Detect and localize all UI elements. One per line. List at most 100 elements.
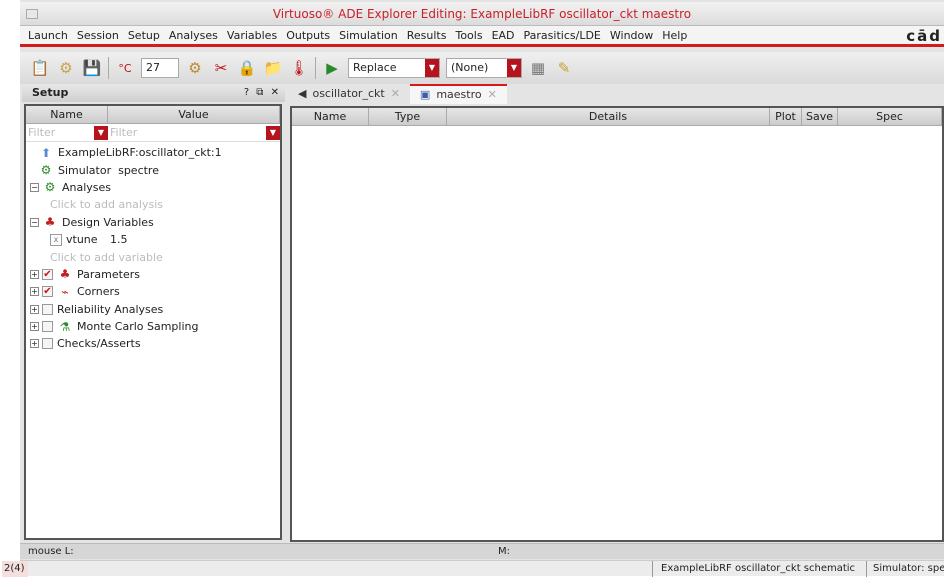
run-icon[interactable]: ▶ <box>322 58 342 78</box>
panel-controls[interactable]: ? ⧉ ✕ <box>244 84 281 102</box>
col-name[interactable]: Name <box>26 106 108 123</box>
outputs-table: Name Type Details Plot Save Spec <box>290 106 944 542</box>
expand-icon[interactable]: + <box>30 287 39 297</box>
menu-window[interactable]: Window <box>610 29 653 42</box>
setup-panel-header: Setup ? ⧉ ✕ <box>22 84 285 102</box>
menu-analyses[interactable]: Analyses <box>169 29 218 42</box>
save-icon[interactable]: 💾 <box>82 58 102 78</box>
close-icon[interactable]: ✕ <box>488 85 497 105</box>
checkbox[interactable] <box>42 321 53 333</box>
tab-oscillator-ckt[interactable]: ◀ oscillator_ckt ✕ <box>288 84 410 104</box>
col-plot[interactable]: Plot <box>770 108 802 125</box>
chevron-down-icon[interactable]: ▼ <box>266 125 280 140</box>
tab-maestro[interactable]: ▣ maestro ✕ <box>409 84 507 105</box>
menu-variables[interactable]: Variables <box>227 29 277 42</box>
col-value[interactable]: Value <box>108 106 280 123</box>
tree-item-reliability[interactable]: + Reliability Analyses <box>30 301 280 318</box>
filter-row: Filter ▼ Filter ▼ <box>26 124 280 142</box>
menu-results[interactable]: Results <box>407 29 447 42</box>
open-icon[interactable]: ⚙ <box>56 58 76 78</box>
expand-icon[interactable]: + <box>30 339 39 349</box>
checkbox-checked[interactable]: ✔ <box>42 268 53 280</box>
tree-item-parameters[interactable]: + ✔ ♣ Parameters <box>30 266 280 283</box>
menu-setup[interactable]: Setup <box>128 29 160 42</box>
setup-icon[interactable]: ⚙ <box>185 58 205 78</box>
menu-launch[interactable]: Launch <box>28 29 68 42</box>
lock-icon[interactable]: 🔒 <box>237 58 257 78</box>
item-label: Click to add analysis <box>50 198 163 212</box>
new-setup-icon[interactable]: 📋 <box>30 58 50 78</box>
item-label: Monte Carlo Sampling <box>77 320 199 334</box>
menu-ead[interactable]: EAD <box>492 29 515 42</box>
window-title: Virtuoso® ADE Explorer Editing: ExampleL… <box>272 7 692 21</box>
menu-outputs[interactable]: Outputs <box>286 29 330 42</box>
col-type[interactable]: Type <box>369 108 447 125</box>
item-label: ExampleLibRF:oscillator_ckt:1 <box>58 146 222 160</box>
tree-item-cellview[interactable]: ⬆ ExampleLibRF:oscillator_ckt:1 <box>30 144 280 161</box>
tab-label: maestro <box>436 88 482 101</box>
menu-help[interactable]: Help <box>662 29 687 42</box>
calculator-icon[interactable]: ▦ <box>528 58 548 78</box>
folder-icon[interactable]: 📁 <box>263 58 283 78</box>
value-filter[interactable]: Filter ▼ <box>108 124 280 141</box>
app-window: Virtuoso® ADE Explorer Editing: ExampleL… <box>2 0 944 577</box>
window-menu-button[interactable] <box>26 9 38 19</box>
setup-tree: Name Value Filter ▼ Filter ▼ ⬆ ExampleLibRF… <box>24 104 282 540</box>
edit-notes-icon[interactable]: ✎ <box>554 58 574 78</box>
collapse-icon[interactable]: − <box>30 217 39 227</box>
monte-carlo-icon: ⚗ <box>59 319 71 334</box>
simulator-status: Simulator: spe <box>866 561 944 577</box>
item-label: Design Variables <box>62 215 154 229</box>
expand-icon[interactable]: + <box>30 322 39 332</box>
filter-placeholder: Filter <box>110 126 138 139</box>
setup-panel-title: Setup <box>32 86 69 99</box>
parameters-icon: ♣ <box>59 267 71 282</box>
item-label: Simulator <box>58 163 112 177</box>
add-variable-item[interactable]: Click to add variable <box>30 248 280 265</box>
name-filter[interactable]: Filter ▼ <box>26 124 108 141</box>
checkbox[interactable] <box>42 303 53 315</box>
tree-item-design-variables[interactable]: − ♣ Design Variables <box>30 214 280 231</box>
cadence-logo: cād <box>906 27 942 45</box>
col-details[interactable]: Details <box>447 108 770 125</box>
checkbox[interactable] <box>42 338 53 350</box>
expand-icon[interactable]: + <box>30 304 39 314</box>
history-select[interactable]: (None) ▼ <box>446 58 522 78</box>
item-value[interactable]: 1.5 <box>110 233 128 246</box>
setup-tree-header: Name Value <box>26 106 280 124</box>
filter-placeholder: Filter <box>28 126 56 139</box>
run-mode-select[interactable]: Replace ▼ <box>348 58 440 78</box>
tree-item-corners[interactable]: + ✔ ⌁ Corners <box>30 283 280 300</box>
item-label: Parameters <box>77 267 140 281</box>
title-bar: Virtuoso® ADE Explorer Editing: ExampleL… <box>20 2 944 26</box>
tree-item-simulator[interactable]: ⚙ Simulator spectre <box>30 161 280 178</box>
col-spec[interactable]: Spec <box>838 108 942 125</box>
checkbox-checked[interactable]: ✔ <box>42 286 53 298</box>
tree-item-monte-carlo[interactable]: + ⚗ Monte Carlo Sampling <box>30 318 280 335</box>
tree-item-checks-asserts[interactable]: + Checks/Asserts <box>30 335 280 352</box>
close-icon[interactable]: ✕ <box>391 84 400 104</box>
tab-bar: ◀ oscillator_ckt ✕ ▣ maestro ✕ <box>288 84 944 104</box>
add-analysis-item[interactable]: Click to add analysis <box>30 196 280 213</box>
temperature-input[interactable]: 27 <box>141 58 179 78</box>
menu-parasitics[interactable]: Parasitics/LDE <box>524 29 601 42</box>
col-save[interactable]: Save <box>802 108 838 125</box>
tree-item-analyses[interactable]: − ⚙ Analyses <box>30 179 280 196</box>
outputs-table-header: Name Type Details Plot Save Spec <box>292 108 942 126</box>
chevron-down-icon: ▼ <box>425 59 439 77</box>
probe-icon[interactable]: 🌡 <box>289 58 309 78</box>
main-area: ◀ oscillator_ckt ✕ ▣ maestro ✕ Name Type Det… <box>288 84 944 544</box>
menu-bar: Launch Session Setup Analyses Variables … <box>20 26 944 47</box>
menu-simulation[interactable]: Simulation <box>339 29 398 42</box>
expand-icon[interactable]: + <box>30 269 39 279</box>
col-name[interactable]: Name <box>292 108 369 125</box>
chevron-down-icon: ▼ <box>507 59 521 77</box>
menu-tools[interactable]: Tools <box>455 29 482 42</box>
menu-session[interactable]: Session <box>77 29 119 42</box>
analyses-icon: ⚙ <box>44 180 56 195</box>
netlist-icon[interactable]: ✂ <box>211 58 231 78</box>
simulator-icon: ⚙ <box>40 163 52 178</box>
chevron-down-icon[interactable]: ▼ <box>94 125 108 140</box>
collapse-icon[interactable]: − <box>30 182 39 192</box>
tree-item-vtune[interactable]: x vtune 1.5 <box>30 231 280 248</box>
